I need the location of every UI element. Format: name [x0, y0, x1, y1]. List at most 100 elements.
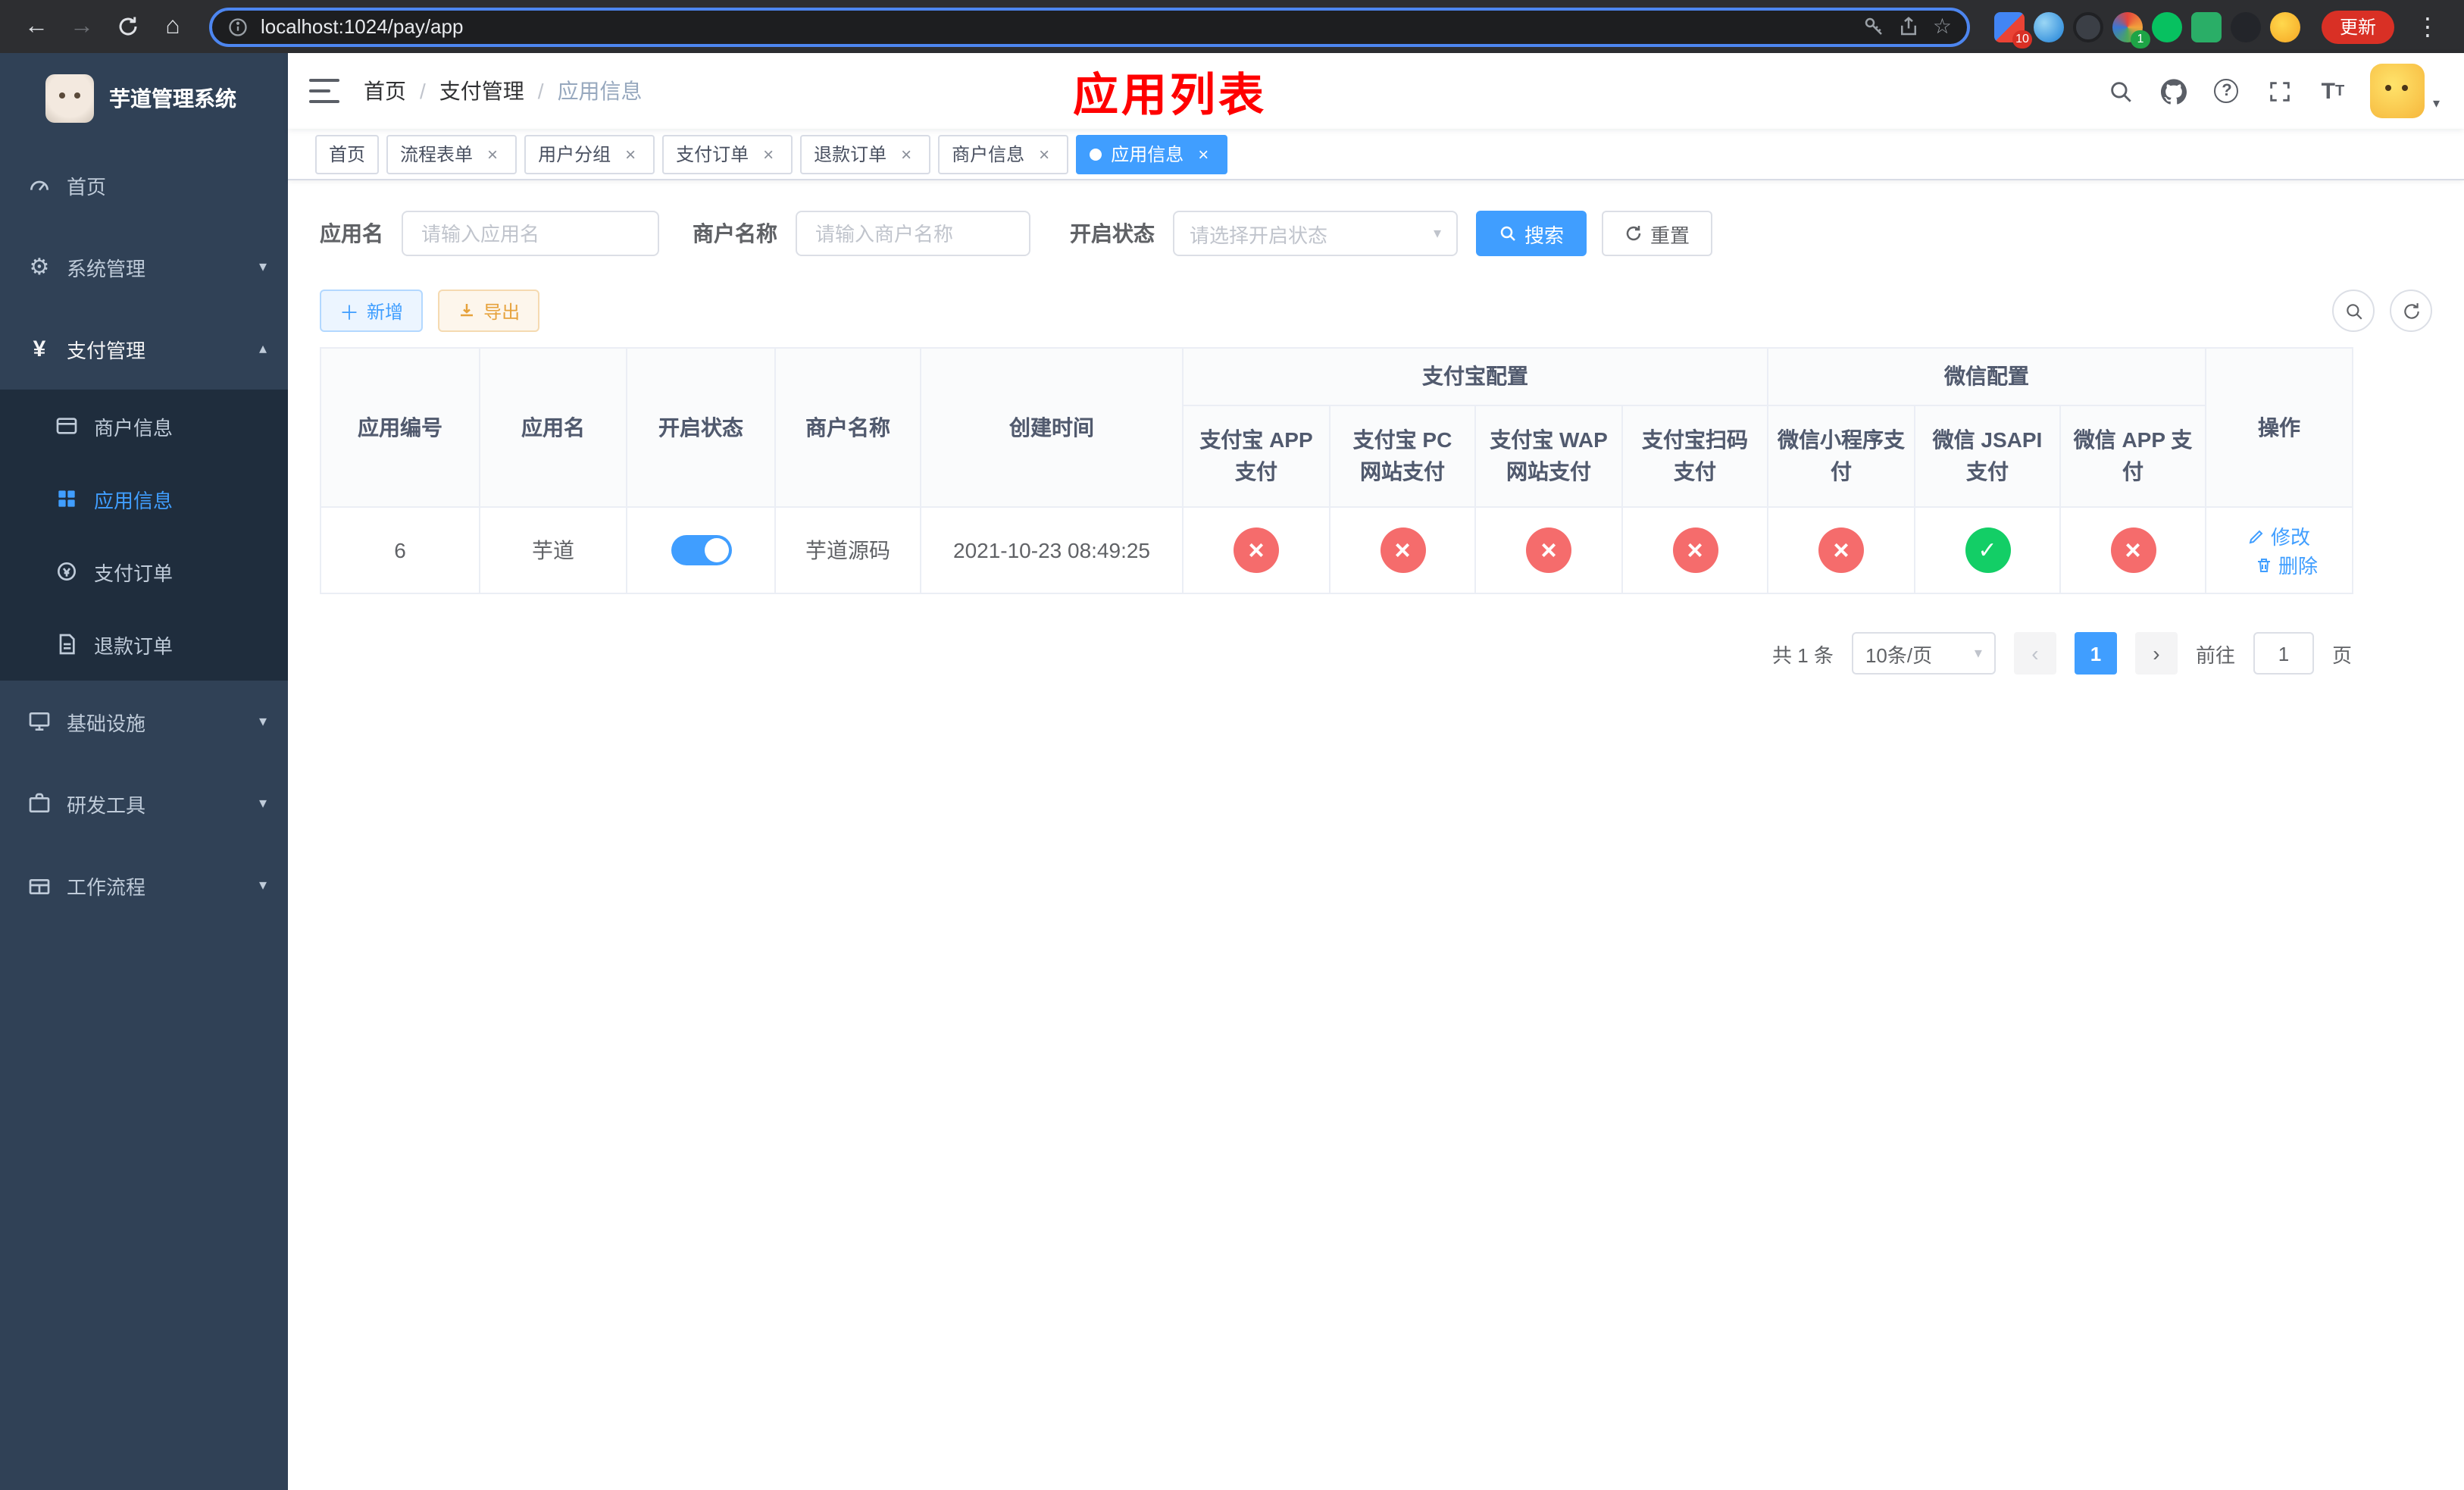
- workflow-box-icon: [27, 873, 52, 897]
- font-size-icon[interactable]: TT: [2318, 76, 2348, 106]
- merchant-name-input[interactable]: [796, 211, 1030, 256]
- navbar-actions: ? TT ▾: [2106, 64, 2440, 118]
- browser-home-button[interactable]: ⌂: [152, 5, 194, 48]
- browser-reload-button[interactable]: [106, 5, 149, 48]
- merchant-name-label: 商户名称: [693, 221, 777, 246]
- top-navbar: 首页 / 支付管理 / 应用信息 应用列表 ? T T ▾: [288, 53, 2464, 129]
- browser-menu-button[interactable]: ⋮: [2406, 5, 2449, 48]
- tab-close-icon[interactable]: ×: [758, 143, 779, 164]
- apps-table: 应用编号 应用名 开启状态 商户名称 创建时间 支付宝配置 微信配置 操作 支付…: [320, 347, 2353, 594]
- reset-button-label: 重置: [1650, 224, 1690, 246]
- reset-button[interactable]: 重置: [1602, 211, 1713, 256]
- extension-icon-dark-round[interactable]: [2230, 11, 2261, 42]
- tab-pay-orders[interactable]: 支付订单 ×: [662, 134, 793, 174]
- url-text[interactable]: localhost:1024/pay/app: [261, 15, 1851, 38]
- table-row: 6 芋道 芋道源码 2021-10-23 08:49:25 × × × × × …: [320, 506, 2353, 594]
- breadcrumb-payment[interactable]: 支付管理: [439, 76, 524, 106]
- app-brand[interactable]: 芋道管理系统: [0, 53, 288, 144]
- avatar-caret-icon[interactable]: ▾: [2433, 95, 2440, 112]
- delete-link[interactable]: 删除: [2256, 550, 2318, 579]
- browser-update-button[interactable]: 更新: [2321, 10, 2394, 43]
- sidebar-item-payment[interactable]: ¥ 支付管理 ▴: [0, 308, 288, 390]
- add-button[interactable]: ＋ 新增: [320, 290, 424, 332]
- status-select-placeholder: 请选择开启状态: [1190, 224, 1328, 246]
- toggle-search-button[interactable]: [2332, 290, 2375, 332]
- share-icon[interactable]: [1898, 15, 1921, 38]
- status-label: 开启状态: [1070, 221, 1155, 246]
- tab-close-icon[interactable]: ×: [1193, 143, 1214, 164]
- col-header-alipay-wap: 支付宝 WAP 网站支付: [1474, 405, 1623, 508]
- edit-link[interactable]: 修改: [2248, 521, 2310, 550]
- avatar[interactable]: [2370, 64, 2425, 118]
- search-button[interactable]: 搜索: [1476, 211, 1587, 256]
- sidebar-item-system[interactable]: ⚙ 系统管理 ▾: [0, 226, 288, 308]
- group-header-alipay: 支付宝配置: [1182, 347, 1768, 406]
- group-header-wechat: 微信配置: [1767, 347, 2206, 406]
- status-cross-icon: [1526, 527, 1571, 573]
- extension-icon-drop[interactable]: [2033, 11, 2064, 42]
- url-bar[interactable]: localhost:1024/pay/app ☆: [209, 7, 1970, 46]
- site-info-icon[interactable]: [227, 16, 249, 37]
- col-header-app-id: 应用编号: [320, 347, 480, 508]
- sidebar-item-label: 工作流程: [67, 875, 146, 898]
- sidebar-item-label: 支付订单: [94, 562, 174, 584]
- sidebar-item-infrastructure[interactable]: 基础设施 ▾: [0, 681, 288, 762]
- tab-refund-orders[interactable]: 退款订单 ×: [800, 134, 931, 174]
- export-button-label: 导出: [483, 301, 521, 322]
- extension-icon-face[interactable]: [2269, 11, 2300, 42]
- current-page-button[interactable]: 1: [2074, 632, 2117, 675]
- app-logo: [45, 74, 94, 123]
- sidebar-item-merchant-info[interactable]: 商户信息: [0, 390, 288, 462]
- tab-merchant-info[interactable]: 商户信息 ×: [938, 134, 1069, 174]
- chevron-down-icon: ▾: [258, 877, 267, 894]
- status-select[interactable]: 请选择开启状态 ▾: [1173, 211, 1458, 256]
- tab-process-form[interactable]: 流程表单 ×: [386, 134, 518, 174]
- browser-forward-button[interactable]: →: [61, 5, 103, 48]
- col-header-created: 创建时间: [920, 347, 1184, 508]
- help-icon[interactable]: ?: [2212, 76, 2242, 106]
- fullscreen-icon[interactable]: [2265, 76, 2295, 106]
- tab-close-icon[interactable]: ×: [1033, 143, 1055, 164]
- search-form: 应用名 商户名称 开启状态 请选择开启状态 ▾ 搜索 重置: [320, 211, 2432, 256]
- sidebar-toggle-icon[interactable]: [309, 79, 339, 103]
- cell-merchant: 芋道源码: [774, 506, 921, 594]
- search-icon[interactable]: [2106, 76, 2136, 106]
- tab-label: 流程表单: [400, 144, 474, 165]
- tab-user-group[interactable]: 用户分组 ×: [524, 134, 655, 174]
- tab-home[interactable]: 首页: [315, 134, 380, 174]
- sidebar-item-pay-orders[interactable]: 支付订单: [0, 535, 288, 608]
- tab-app-info[interactable]: 应用信息 ×: [1076, 134, 1228, 174]
- next-page-button[interactable]: ›: [2134, 632, 2178, 675]
- bookmark-star-icon[interactable]: ☆: [1933, 14, 1952, 39]
- extension-icon-green-square[interactable]: [2190, 11, 2222, 42]
- page-size-select[interactable]: 10条/页 ▾: [1851, 632, 1996, 675]
- extension-icon-dark-circle[interactable]: [2072, 11, 2103, 42]
- password-key-icon[interactable]: [1863, 15, 1886, 38]
- refund-document-icon: [55, 632, 79, 656]
- enable-toggle[interactable]: [671, 535, 731, 565]
- sidebar-item-refund-orders[interactable]: 退款订单: [0, 608, 288, 681]
- edit-pencil-icon: [2250, 529, 2264, 543]
- sidebar-item-app-info[interactable]: 应用信息: [0, 462, 288, 535]
- browser-back-button[interactable]: ←: [15, 5, 58, 48]
- export-button[interactable]: 导出: [438, 290, 540, 332]
- tab-close-icon[interactable]: ×: [482, 143, 503, 164]
- refresh-table-button[interactable]: [2390, 290, 2432, 332]
- sidebar-item-dev-tools[interactable]: 研发工具 ▾: [0, 762, 288, 844]
- extension-icon-grid[interactable]: 10: [1993, 11, 2032, 48]
- extension-icon-green-circle[interactable]: [2151, 11, 2182, 42]
- breadcrumb-home[interactable]: 首页: [364, 76, 406, 106]
- page-content: 应用名 商户名称 开启状态 请选择开启状态 ▾ 搜索 重置: [288, 180, 2464, 1490]
- search-icon: [2346, 303, 2362, 319]
- sidebar-item-workflow[interactable]: 工作流程 ▾: [0, 844, 288, 926]
- github-icon[interactable]: [2159, 76, 2189, 106]
- prev-page-button[interactable]: ‹: [2013, 632, 2056, 675]
- goto-page-input[interactable]: [2253, 632, 2314, 675]
- extension-icon-rings[interactable]: 1: [2112, 11, 2150, 48]
- tab-close-icon[interactable]: ×: [620, 143, 641, 164]
- sidebar-item-home[interactable]: 首页: [0, 144, 288, 226]
- trash-icon: [2258, 558, 2271, 571]
- monitor-icon: [27, 709, 52, 734]
- app-name-input[interactable]: [402, 211, 659, 256]
- tab-close-icon[interactable]: ×: [896, 143, 917, 164]
